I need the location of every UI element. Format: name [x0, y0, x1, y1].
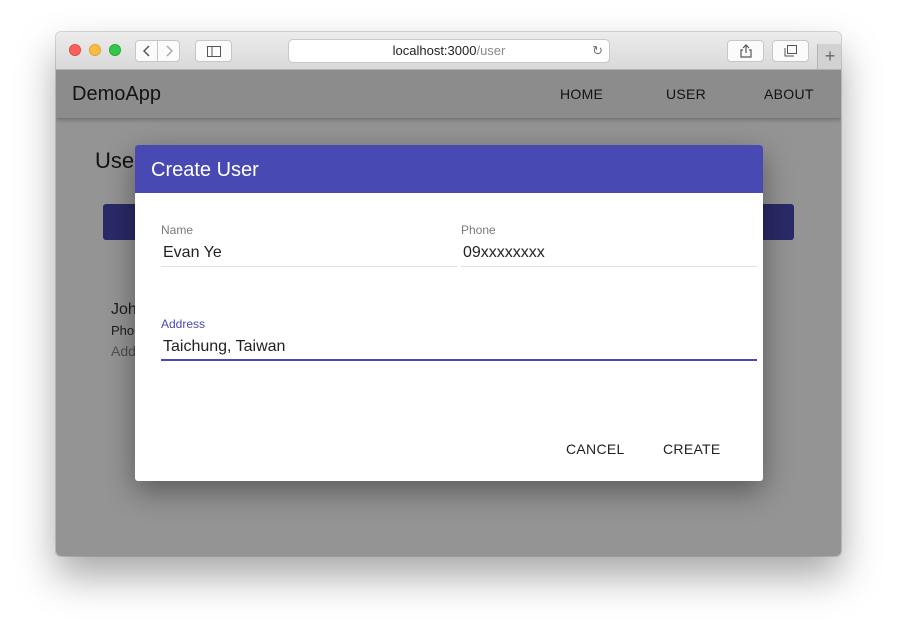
- dialog-header: Create User: [135, 145, 763, 193]
- forward-icon: [165, 45, 173, 57]
- share-icon: [739, 44, 752, 58]
- sidebar-button[interactable]: [195, 40, 232, 62]
- address-field[interactable]: [161, 336, 757, 358]
- phone-underline: [461, 266, 757, 267]
- reload-icon[interactable]: ↻: [592, 40, 603, 62]
- new-tab-icon[interactable]: +: [817, 44, 841, 69]
- phone-field[interactable]: [461, 242, 757, 264]
- url-host: localhost:3000: [392, 43, 477, 58]
- minimize-window-button[interactable]: [89, 44, 101, 56]
- name-field[interactable]: [161, 242, 457, 264]
- dialog-title: Create User: [151, 159, 259, 181]
- create-button[interactable]: CREATE: [663, 441, 721, 457]
- create-user-dialog: Create User Name Phone Address CANCEL CR…: [135, 145, 763, 481]
- phone-label: Phone: [461, 223, 496, 237]
- address-underline: [161, 359, 757, 361]
- browser-titlebar: localhost:3000/user ↻ +: [56, 32, 841, 70]
- zoom-window-button[interactable]: [109, 44, 121, 56]
- address-label: Address: [161, 317, 206, 331]
- address-bar[interactable]: localhost:3000/user ↻: [288, 39, 610, 63]
- back-icon: [142, 45, 150, 57]
- share-button[interactable]: [727, 40, 764, 62]
- name-label: Name: [161, 223, 194, 237]
- name-underline: [161, 266, 457, 267]
- tabs-button[interactable]: [772, 40, 809, 62]
- back-button[interactable]: [135, 40, 158, 62]
- cancel-button[interactable]: CANCEL: [566, 441, 625, 457]
- forward-button[interactable]: [157, 40, 180, 62]
- tabs-icon: [784, 45, 797, 57]
- url-path: /user: [476, 43, 506, 58]
- sidebar-icon: [206, 45, 221, 57]
- close-window-button[interactable]: [69, 44, 81, 56]
